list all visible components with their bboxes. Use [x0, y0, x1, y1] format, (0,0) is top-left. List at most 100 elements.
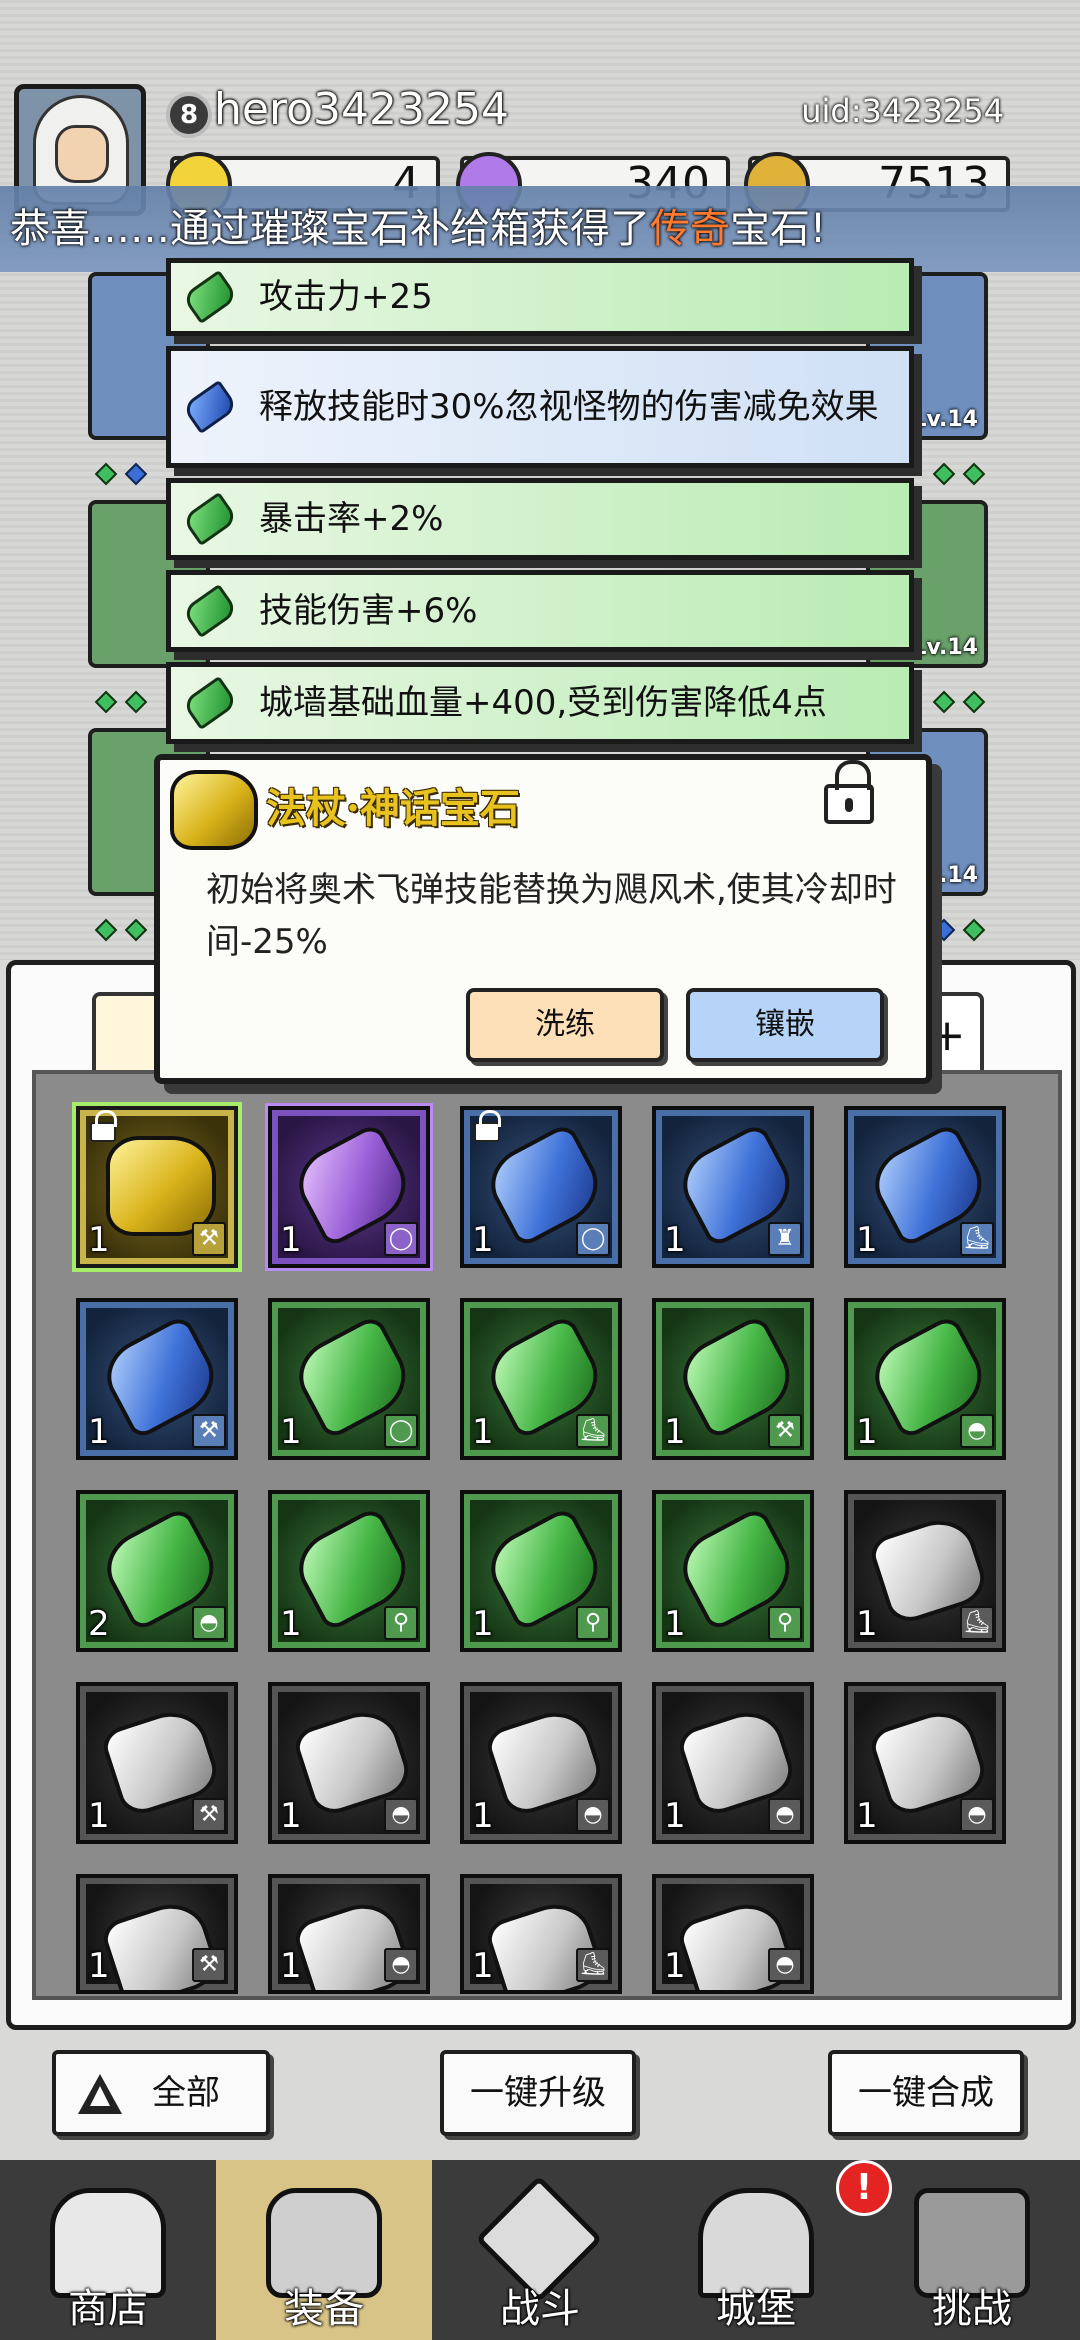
- gem-count: 1: [280, 1796, 302, 1836]
- boots-slot-icon: ⛸: [960, 1606, 994, 1640]
- inventory-gem-cell[interactable]: 1 ⚒: [76, 1106, 238, 1268]
- amulet-slot-icon: ⚲: [384, 1606, 418, 1640]
- blue-gem-icon: [181, 379, 239, 435]
- stat-card: 技能伤害+6%: [166, 570, 914, 652]
- boots-slot-icon: ⛸: [576, 1948, 610, 1982]
- upgrade-all-button[interactable]: 一键升级: [440, 2050, 636, 2136]
- hat-slot-icon: ◓: [576, 1798, 610, 1832]
- nav-battle[interactable]: 战斗: [432, 2160, 648, 2340]
- stat-text: 技能伤害+6%: [259, 591, 478, 631]
- gem-count: 1: [664, 1412, 686, 1452]
- gem-count: 1: [856, 1796, 878, 1836]
- inventory-gem-cell[interactable]: 1 ⚒: [76, 1298, 238, 1460]
- nav-label: 城堡: [716, 2286, 796, 2332]
- nav-label: 挑战: [932, 2286, 1012, 2332]
- merge-all-button[interactable]: 一键合成: [828, 2050, 1024, 2136]
- green-gem-icon: [181, 269, 239, 325]
- inventory-gem-cell[interactable]: 1 ◓: [268, 1682, 430, 1844]
- gem-count: 1: [280, 1412, 302, 1452]
- inventory-gem-cell[interactable]: 1 ◓: [460, 1682, 622, 1844]
- nav-label: 商店: [68, 2286, 148, 2332]
- inventory-gem-cell[interactable]: 1 ◓: [652, 1874, 814, 1994]
- lock-icon[interactable]: [824, 760, 874, 824]
- boots-slot-icon: ⛸: [960, 1222, 994, 1256]
- inventory-gem-cell[interactable]: 1 ◯: [268, 1298, 430, 1460]
- nav-challenge[interactable]: 挑战: [864, 2160, 1080, 2340]
- inventory-gem-cell[interactable]: 1 ⚒: [652, 1298, 814, 1460]
- popup-title: 法杖·神话宝石: [266, 785, 520, 832]
- hat-slot-icon: ◓: [768, 1798, 802, 1832]
- staff-slot-icon: ⚒: [192, 1798, 226, 1832]
- staff-slot-icon: ⚒: [192, 1414, 226, 1448]
- gem-count: 2: [88, 1604, 110, 1644]
- toast-suffix: 宝石!: [730, 206, 827, 252]
- stat-card: 释放技能时30%忽视怪物的伤害减免效果: [166, 346, 914, 468]
- inventory-gem-cell[interactable]: 1 ⚒: [76, 1874, 238, 1994]
- nav-shop[interactable]: 商店: [0, 2160, 216, 2340]
- gem-count: 1: [472, 1220, 494, 1260]
- amulet-slot-icon: ⚲: [768, 1606, 802, 1640]
- gold-gem-icon: [106, 1136, 216, 1236]
- gem-count: 1: [664, 1796, 686, 1836]
- inventory-gem-cell[interactable]: 1 ◓: [844, 1298, 1006, 1460]
- inventory-gem-cell[interactable]: 1 ⛸: [460, 1874, 622, 1994]
- stat-text: 攻击力+25: [259, 277, 433, 317]
- inventory-gem-cell[interactable]: 1 ◓: [652, 1682, 814, 1844]
- gem-count: 1: [472, 1604, 494, 1644]
- inventory-gem-cell[interactable]: 2 ◓: [76, 1490, 238, 1652]
- gem-count: 1: [856, 1604, 878, 1644]
- staff-slot-icon: ⚒: [768, 1414, 802, 1448]
- inventory-gem-cell[interactable]: 1 ◓: [268, 1874, 430, 1994]
- inventory-gem-cell[interactable]: 1 ⚲: [268, 1490, 430, 1652]
- nav-label: 战斗: [500, 2286, 580, 2332]
- gem-count: 1: [472, 1946, 494, 1986]
- stat-card: 城墙基础血量+400,受到伤害降低4点: [166, 662, 914, 744]
- inventory-gem-cell[interactable]: 1 ◯: [460, 1106, 622, 1268]
- inlay-button[interactable]: 镶嵌: [686, 988, 884, 1062]
- refine-button[interactable]: 洗练: [466, 988, 664, 1062]
- stat-text: 城墙基础血量+400,受到伤害降低4点: [259, 683, 827, 723]
- inventory-gem-cell[interactable]: 1 ◯: [268, 1106, 430, 1268]
- player-level-badge: 8: [166, 92, 212, 138]
- gem-count: 1: [664, 1604, 686, 1644]
- gem-count: 1: [88, 1796, 110, 1836]
- armor-slot-icon: ♜: [768, 1222, 802, 1256]
- hat-slot-icon: ◓: [768, 1948, 802, 1982]
- gem-count: 1: [664, 1220, 686, 1260]
- triangle-filter-icon: [78, 2074, 122, 2114]
- inventory-gem-cell[interactable]: 1 ⛸: [844, 1490, 1006, 1652]
- equip-level: Lv.14: [912, 635, 978, 660]
- hat-slot-icon: ◓: [960, 1414, 994, 1448]
- toast-highlight: 传奇: [650, 206, 730, 252]
- nav-castle[interactable]: 城堡: [648, 2160, 864, 2340]
- legendary-gem-icon: [170, 770, 258, 850]
- inventory-gem-cell[interactable]: 1 ⚲: [652, 1490, 814, 1652]
- inventory-gem-cell[interactable]: 1 ⛸: [460, 1298, 622, 1460]
- gem-count: 1: [472, 1412, 494, 1452]
- gem-count: 1: [88, 1220, 110, 1260]
- inventory-gem-cell[interactable]: 1 ⛸: [844, 1106, 1006, 1268]
- stat-card: 暴击率+2%: [166, 478, 914, 560]
- inventory-gem-cell[interactable]: 1 ◓: [844, 1682, 1006, 1844]
- staff-slot-icon: ⚒: [192, 1948, 226, 1982]
- gem-count: 1: [472, 1796, 494, 1836]
- staff-slot-icon: ⚒: [192, 1222, 226, 1256]
- ring-slot-icon: ◯: [384, 1222, 418, 1256]
- inventory-gem-cell[interactable]: 1 ⚒: [76, 1682, 238, 1844]
- filter-all-button[interactable]: 全部: [52, 2050, 270, 2136]
- green-gem-icon: [181, 675, 239, 731]
- gem-count: 1: [88, 1412, 110, 1452]
- gem-count: 1: [280, 1220, 302, 1260]
- popup-description: 初始将奥术飞弹技能替换为飓风术,使其冷却时间-25%: [206, 870, 897, 962]
- inventory-gem-cell[interactable]: 1 ♜: [652, 1106, 814, 1268]
- gem-count: 1: [664, 1946, 686, 1986]
- gem-count: 1: [280, 1604, 302, 1644]
- hat-slot-icon: ◓: [960, 1798, 994, 1832]
- inventory-gem-cell[interactable]: 1 ⚲: [460, 1490, 622, 1652]
- gem-count: 1: [280, 1946, 302, 1986]
- nav-equipment[interactable]: 装备: [216, 2160, 432, 2340]
- hat-slot-icon: ◓: [384, 1798, 418, 1832]
- ring-slot-icon: ◯: [576, 1222, 610, 1256]
- gem-count: 1: [88, 1946, 110, 1986]
- filter-label: 全部: [152, 2073, 220, 2113]
